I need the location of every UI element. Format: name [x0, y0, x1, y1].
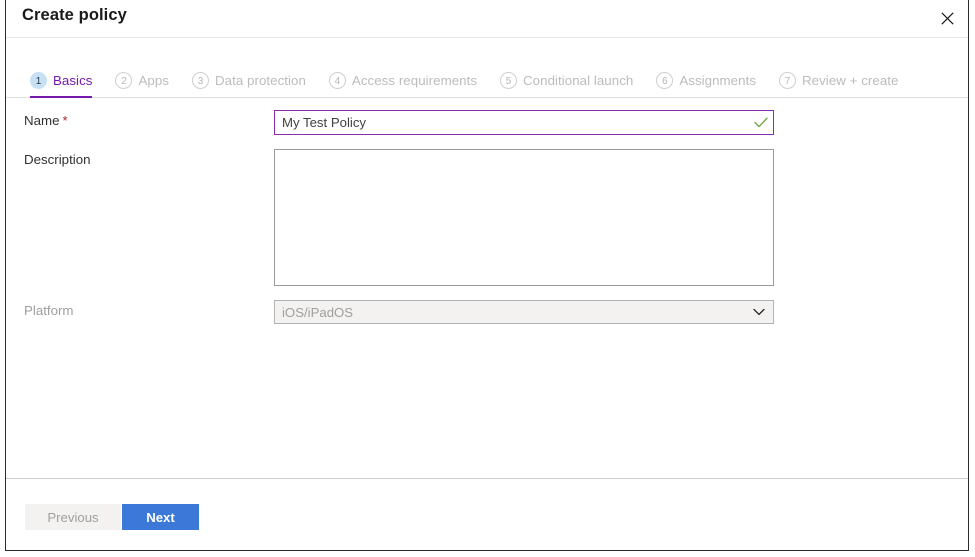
next-button[interactable]: Next: [122, 504, 199, 530]
tab-conditional-launch[interactable]: 5 Conditional launch: [500, 63, 642, 97]
platform-selected-value: iOS/iPadOS: [282, 304, 354, 320]
tab-badge-1: 1: [30, 71, 47, 89]
tab-label-review-create: Review + create: [802, 72, 899, 88]
tab-label-apps: Apps: [138, 72, 169, 88]
tab-apps[interactable]: 2 Apps: [115, 63, 178, 97]
page-title: Create policy: [22, 6, 127, 24]
description-field-label: Description: [24, 152, 91, 167]
previous-button[interactable]: Previous: [25, 504, 121, 530]
name-label-text: Name: [24, 113, 60, 128]
tab-label-assignments: Assignments: [679, 72, 757, 88]
name-input-container: [274, 110, 774, 135]
tab-badge-3: 3: [191, 71, 209, 89]
tab-assignments[interactable]: 6 Assignments: [656, 63, 765, 97]
platform-field-label: Platform: [24, 303, 74, 318]
tab-badge-4: 4: [328, 71, 346, 89]
create-policy-dialog: Create policy 1 Basics 2 Apps 3 Data pro…: [5, 0, 969, 551]
platform-select[interactable]: iOS/iPadOS: [274, 300, 774, 324]
tab-review-create[interactable]: 7 Review + create: [779, 63, 907, 97]
tab-badge-7: 7: [779, 71, 797, 89]
tab-badge-5: 5: [500, 71, 518, 89]
tab-badge-6: 6: [656, 71, 674, 89]
tab-data-protection[interactable]: 3 Data protection: [191, 63, 315, 97]
dialog-footer: Previous Next: [6, 478, 968, 550]
name-field-label: Name *: [24, 113, 68, 128]
wizard-tabs: 1 Basics 2 Apps 3 Data protection 4 Acce…: [6, 63, 968, 98]
required-marker: *: [62, 113, 68, 128]
tab-label-data-protection: Data protection: [214, 72, 306, 88]
chevron-down-icon: [745, 301, 773, 323]
close-icon[interactable]: [932, 3, 962, 33]
checkmark-icon: [749, 111, 773, 134]
dialog-header: Create policy: [6, 0, 968, 38]
tab-access-requirements[interactable]: 4 Access requirements: [328, 63, 486, 97]
tab-basics[interactable]: 1 Basics: [30, 63, 101, 98]
tab-label-conditional-launch: Conditional launch: [523, 72, 634, 88]
tab-badge-2: 2: [115, 71, 133, 89]
tab-label-access-requirements: Access requirements: [351, 72, 478, 88]
name-input[interactable]: [275, 111, 749, 134]
tab-label-basics: Basics: [53, 72, 93, 88]
description-input[interactable]: [274, 149, 774, 286]
